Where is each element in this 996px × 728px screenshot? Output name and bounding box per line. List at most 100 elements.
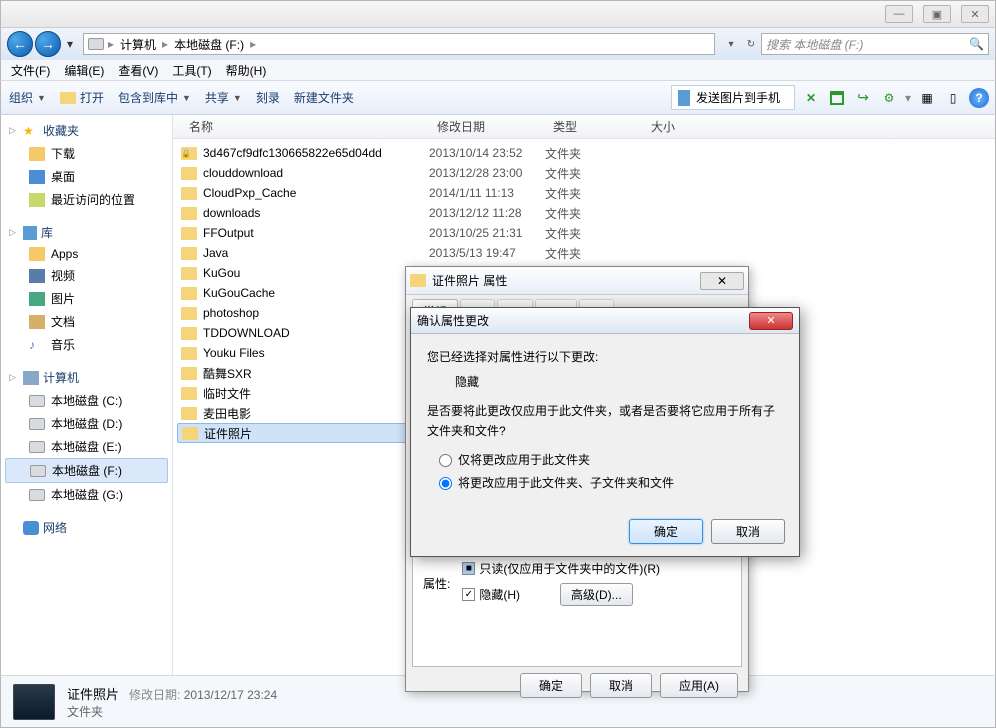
breadcrumb-computer[interactable]: 计算机 xyxy=(118,36,158,53)
breadcrumb-drive[interactable]: 本地磁盘 (F:) xyxy=(172,36,246,53)
nav-history-dropdown[interactable]: ▾ xyxy=(63,31,77,57)
address-dropdown[interactable]: ▾ xyxy=(721,39,741,50)
folder-icon xyxy=(181,307,197,320)
file-row[interactable]: CloudPxp_Cache2014/1/11 11:13文件夹 xyxy=(173,183,995,203)
properties-title: 证件照片 属性 xyxy=(432,272,507,289)
sidebar-pictures[interactable]: 图片 xyxy=(1,287,172,310)
sidebar-desktop[interactable]: 桌面 xyxy=(1,165,172,188)
properties-apply-button[interactable]: 应用(A) xyxy=(660,673,738,698)
advanced-button[interactable]: 高级(D)... xyxy=(560,583,633,606)
sidebar-drive-d[interactable]: 本地磁盘 (D:) xyxy=(1,412,172,435)
folder-icon xyxy=(181,407,197,420)
gear-icon[interactable]: ⚙ xyxy=(879,88,899,108)
sidebar-favorites[interactable]: ▷★收藏夹 xyxy=(1,119,172,142)
breadcrumb-sep: ▸ xyxy=(108,37,114,51)
sidebar-videos[interactable]: 视频 xyxy=(1,264,172,287)
confirm-title: 确认属性更改 xyxy=(417,312,489,329)
readonly-checkbox[interactable]: ■ xyxy=(462,562,475,575)
confirm-opt-recursive[interactable]: 将更改应用于此文件夹、子文件夹和文件 xyxy=(439,474,783,493)
nav-bar: ← → ▾ ▸ 计算机 ▸ 本地磁盘 (F:) ▸ ▾ ↻ 搜索 本地磁盘 (F… xyxy=(0,28,996,60)
sidebar-drive-g[interactable]: 本地磁盘 (G:) xyxy=(1,483,172,506)
properties-titlebar[interactable]: 证件照片 属性 ✕ xyxy=(406,267,748,295)
properties-close-button[interactable]: ✕ xyxy=(700,272,744,290)
preview-pane-icon[interactable]: ▯ xyxy=(943,88,963,108)
back-button[interactable]: ← xyxy=(7,31,33,57)
folder-thumbnail xyxy=(13,684,55,720)
folder-icon xyxy=(181,387,197,400)
folder-icon xyxy=(182,427,198,440)
file-row[interactable]: clouddownload2013/12/28 23:00文件夹 xyxy=(173,163,995,183)
open-button[interactable]: 打开 xyxy=(60,89,104,106)
confirm-change: 隐藏 xyxy=(455,373,783,392)
send-to-phone-button[interactable]: 发送图片到手机 xyxy=(671,85,795,110)
file-row[interactable]: downloads2013/12/12 11:28文件夹 xyxy=(173,203,995,223)
folder-icon xyxy=(181,147,197,160)
folder-icon xyxy=(181,347,197,360)
folder-icon xyxy=(410,274,426,287)
properties-ok-button[interactable]: 确定 xyxy=(520,673,582,698)
organize-button[interactable]: 组织▼ xyxy=(9,89,46,106)
new-folder-button[interactable]: 新建文件夹 xyxy=(294,89,354,106)
folder-icon xyxy=(181,207,197,220)
menu-file[interactable]: 文件(F) xyxy=(5,60,56,81)
confirm-ok-button[interactable]: 确定 xyxy=(629,519,703,544)
confirm-titlebar[interactable]: 确认属性更改 ✕ xyxy=(411,308,799,334)
col-size[interactable]: 大小 xyxy=(643,118,723,135)
expand-icon[interactable]: ✕ xyxy=(801,88,821,108)
confirm-line1: 您已经选择对属性进行以下更改: xyxy=(427,348,783,367)
sidebar-documents[interactable]: 文档 xyxy=(1,310,172,333)
file-row[interactable]: 3d467cf9dfc130665822e65d04dd2013/10/14 2… xyxy=(173,143,995,163)
column-headers: 名称 修改日期 类型 大小 xyxy=(173,115,995,139)
sidebar-network[interactable]: 网络 xyxy=(1,516,172,539)
menu-tools[interactable]: 工具(T) xyxy=(166,60,217,81)
toolbar: 组织▼ 打开 包含到库中▼ 共享▼ 刻录 新建文件夹 发送图片到手机 ✕ ↪ ⚙… xyxy=(0,81,996,115)
confirm-line2: 是否要将此更改仅应用于此文件夹，或者是否要将它应用于所有子文件夹和文件? xyxy=(427,402,783,440)
menu-view[interactable]: 查看(V) xyxy=(112,60,164,81)
help-button[interactable]: ? xyxy=(969,88,989,108)
folder-icon xyxy=(181,327,197,340)
confirm-close-button[interactable]: ✕ xyxy=(749,312,793,330)
sidebar-drive-e[interactable]: 本地磁盘 (E:) xyxy=(1,435,172,458)
attr-label: 属性: xyxy=(423,575,450,592)
file-row[interactable]: Java2013/5/13 19:47文件夹 xyxy=(173,243,995,263)
search-icon[interactable]: 🔍 xyxy=(969,37,984,51)
save-icon[interactable] xyxy=(827,88,847,108)
share-button[interactable]: 共享▼ xyxy=(205,89,242,106)
sidebar-apps[interactable]: Apps xyxy=(1,244,172,264)
include-library-button[interactable]: 包含到库中▼ xyxy=(118,89,191,106)
sidebar-drive-c[interactable]: 本地磁盘 (C:) xyxy=(1,389,172,412)
address-bar[interactable]: ▸ 计算机 ▸ 本地磁盘 (F:) ▸ xyxy=(83,33,715,55)
hidden-checkbox[interactable]: ✓ xyxy=(462,588,475,601)
forward-button[interactable]: → xyxy=(35,31,61,57)
sidebar-libraries[interactable]: ▷库 xyxy=(1,221,172,244)
close-button[interactable]: ✕ xyxy=(961,5,989,23)
burn-button[interactable]: 刻录 xyxy=(256,89,280,106)
folder-icon xyxy=(181,247,197,260)
sidebar-drive-f[interactable]: 本地磁盘 (F:) xyxy=(5,458,168,483)
sidebar-computer[interactable]: ▷计算机 xyxy=(1,366,172,389)
window-titlebar: — ▣ ✕ xyxy=(0,0,996,28)
phone-icon xyxy=(678,90,690,106)
folder-icon xyxy=(181,267,197,280)
refresh-button[interactable]: ↻ xyxy=(741,39,761,50)
view-icon[interactable]: ▦ xyxy=(917,88,937,108)
search-placeholder: 搜索 本地磁盘 (F:) xyxy=(766,36,863,53)
confirm-opt-folder-only[interactable]: 仅将更改应用于此文件夹 xyxy=(439,451,783,470)
maximize-button[interactable]: ▣ xyxy=(923,5,951,23)
confirm-cancel-button[interactable]: 取消 xyxy=(711,519,785,544)
share-out-icon[interactable]: ↪ xyxy=(853,88,873,108)
col-date[interactable]: 修改日期 xyxy=(429,118,545,135)
sidebar-downloads[interactable]: 下载 xyxy=(1,142,172,165)
file-row[interactable]: FFOutput2013/10/25 21:31文件夹 xyxy=(173,223,995,243)
col-name[interactable]: 名称 xyxy=(181,118,429,135)
folder-icon xyxy=(181,227,197,240)
properties-cancel-button[interactable]: 取消 xyxy=(590,673,652,698)
sidebar-recent[interactable]: 最近访问的位置 xyxy=(1,188,172,211)
menu-help[interactable]: 帮助(H) xyxy=(220,60,273,81)
menu-edit[interactable]: 编辑(E) xyxy=(58,60,110,81)
search-input[interactable]: 搜索 本地磁盘 (F:) 🔍 xyxy=(761,33,989,55)
minimize-button[interactable]: — xyxy=(885,5,913,23)
col-type[interactable]: 类型 xyxy=(545,118,643,135)
confirm-dialog: 确认属性更改 ✕ 您已经选择对属性进行以下更改: 隐藏 是否要将此更改仅应用于此… xyxy=(410,307,800,557)
sidebar-music[interactable]: ♪音乐 xyxy=(1,333,172,356)
